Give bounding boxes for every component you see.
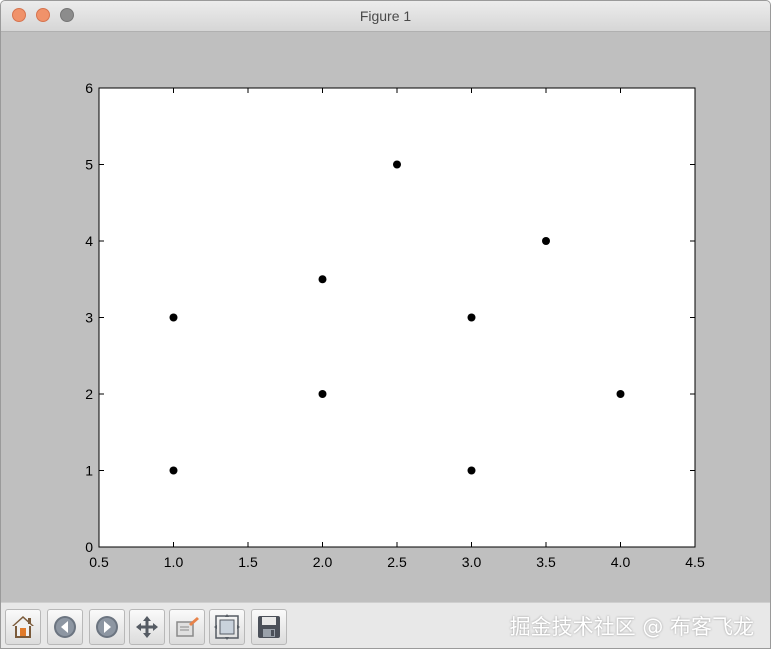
home-icon [12,616,34,638]
y-tick-label: 0 [85,539,93,555]
move-icon [136,616,158,638]
title-bar: Figure 1 [1,1,770,32]
forward-button[interactable] [89,609,125,645]
scatter-point [169,313,178,322]
x-tick-label: 4.0 [611,554,631,570]
forward-arrow-icon [96,616,118,638]
back-button[interactable] [47,609,83,645]
pan-button[interactable] [129,609,165,645]
navigation-toolbar: 掘金技术社区 @ 布客飞龙 [1,602,770,648]
y-tick-label: 2 [85,386,93,402]
figure-window: Figure 1 0.5 1.0 1.5 2.0 2.5 3.0 3.5 4.0 4.5 0 1 2 3… [0,0,771,649]
save-icon [258,616,280,638]
x-tick-label: 0.5 [89,554,109,570]
x-tick-label: 2.5 [387,554,407,570]
plot-area [98,87,696,548]
y-tick-label: 1 [85,463,93,479]
y-tick-label: 3 [85,310,93,326]
save-button[interactable] [251,609,287,645]
x-tick-label: 4.5 [685,554,705,570]
x-tick-label: 1.5 [238,554,258,570]
zoom-rect-icon [176,617,199,637]
watermark-text: 掘金技术社区 @ 布客飞龙 [509,615,754,639]
x-tick-label: 2.0 [313,554,333,570]
scatter-point [393,160,401,169]
figure-canvas: 0.5 1.0 1.5 2.0 2.5 3.0 3.5 4.0 4.5 0 1 2 3 4 5 6 [1,32,770,602]
y-tick-label: 4 [85,233,93,249]
scatter-point [616,390,625,398]
back-arrow-icon [54,616,76,638]
scatter-point [318,390,327,398]
x-tick-label: 1.0 [164,554,184,570]
scatter-point [467,466,476,475]
scatter-point [318,275,327,284]
scatter-point [467,313,476,322]
x-tick-label: 3.0 [462,554,482,570]
scatter-plot: 0.5 1.0 1.5 2.0 2.5 3.0 3.5 4.0 4.5 0 1 2 3 4 5 6 [85,80,705,570]
scatter-point [542,237,550,245]
y-tick-label: 6 [85,80,93,96]
subplots-icon [214,614,240,640]
y-tick-label: 5 [85,157,93,173]
window-title: Figure 1 [359,8,412,24]
subplots-button[interactable] [209,609,245,645]
home-button[interactable] [5,609,41,645]
zoom-button[interactable] [169,609,205,645]
scatter-point [169,466,178,475]
x-tick-label: 3.5 [536,554,556,570]
